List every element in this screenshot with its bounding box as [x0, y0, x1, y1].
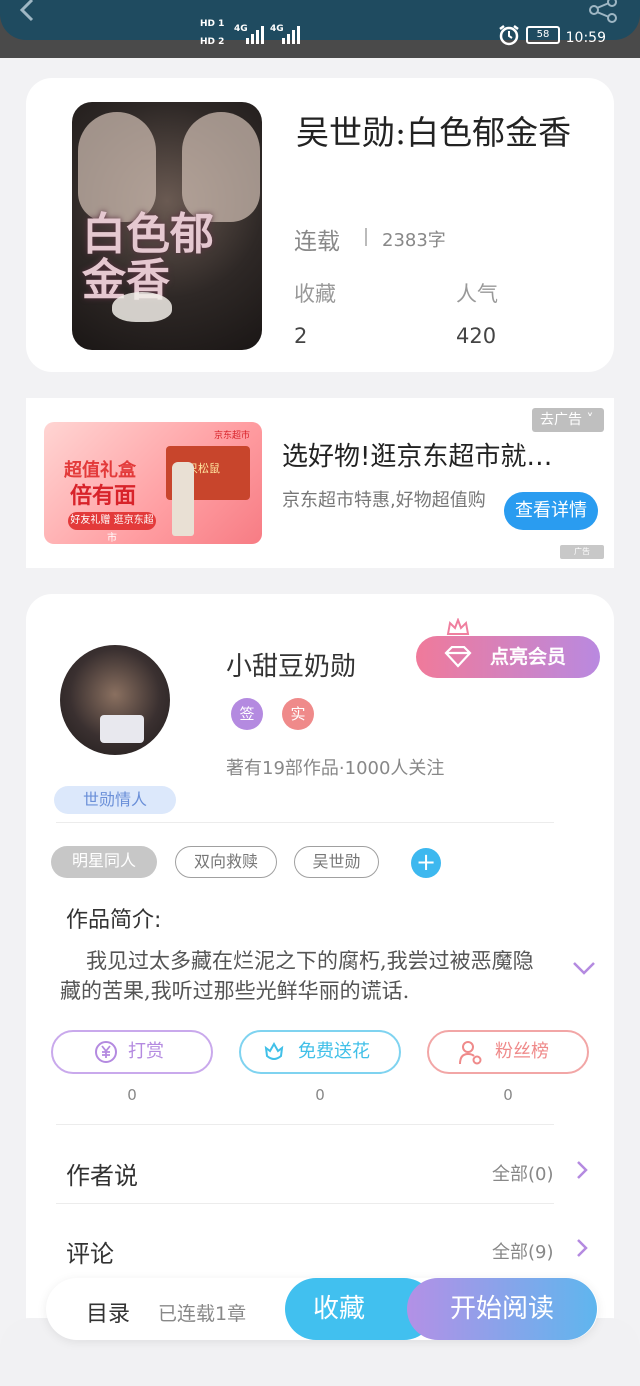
chevron-right-icon[interactable]: [576, 1160, 588, 1180]
avatar[interactable]: [60, 645, 170, 755]
chevron-left-icon: [19, 0, 34, 22]
signal-icon: [246, 26, 264, 44]
vip-button-label: 点亮会员: [490, 646, 567, 668]
cover-dove: [112, 292, 172, 322]
table-of-contents-button[interactable]: 目录: [86, 1296, 130, 1328]
status-divider: [365, 228, 367, 246]
ad-image-bottle: [172, 462, 194, 536]
word-count: 2383字: [382, 230, 446, 251]
expand-intro-button[interactable]: [572, 960, 596, 976]
cover-title: 白色郁金香: [82, 209, 214, 306]
cover-figure-left: [78, 112, 156, 222]
tip-button[interactable]: 打赏: [51, 1030, 213, 1074]
ad-details-button[interactable]: 查看详情: [504, 492, 598, 530]
crown-icon: [446, 617, 470, 638]
divider: [56, 1124, 554, 1125]
chevron-down-icon: [573, 962, 595, 975]
divider: [56, 1203, 554, 1204]
ad-image-subtitle: 倍有面: [70, 484, 137, 509]
yen-coin-icon: [94, 1040, 118, 1064]
user-rank-icon: [458, 1040, 482, 1065]
tag-item[interactable]: 双向救赎: [175, 846, 277, 878]
popularity-value: 420: [456, 324, 497, 348]
ad-description: 京东超市特惠,好物超值购: [282, 490, 486, 511]
add-tag-button[interactable]: +: [411, 848, 441, 878]
flower-icon: [262, 1040, 286, 1064]
fan-ranking-button[interactable]: 粉丝榜: [427, 1030, 589, 1074]
activate-vip-button[interactable]: 点亮会员: [416, 636, 600, 678]
ad-title[interactable]: 选好物!逛京东超市就…: [282, 436, 582, 473]
share-button[interactable]: [586, 0, 620, 26]
ad-image[interactable]: 京东超市 超值礼盒 倍有面 好友礼赠 逛京东超市 三只松鼠: [44, 422, 262, 544]
signed-badge: 签: [231, 698, 263, 730]
popularity-label: 人气: [456, 282, 498, 306]
status-time: 10:59: [565, 30, 606, 46]
book-status: 连载: [294, 229, 340, 255]
diamond-icon: [444, 646, 472, 668]
ad-tag: 广告: [560, 545, 604, 559]
author-says-all-link[interactable]: 全部(0): [492, 1160, 554, 1186]
comments-all-link[interactable]: 全部(9): [492, 1238, 554, 1264]
author-name[interactable]: 小甜豆奶勋: [226, 646, 356, 683]
signal-icon: [282, 26, 300, 44]
book-title: 吴世勋:白色郁金香: [296, 113, 572, 152]
book-cover[interactable]: 白色郁金香: [72, 102, 262, 350]
comments-label[interactable]: 评论: [66, 1234, 114, 1269]
ad-image-brand: 京东超市: [214, 431, 251, 441]
tag-item[interactable]: 吴世勋: [294, 846, 379, 878]
verified-badge: 实: [282, 698, 314, 730]
chapter-count: 已连载1章: [158, 1303, 247, 1325]
chevron-right-icon[interactable]: [576, 1238, 588, 1258]
avatar-phone: [100, 715, 144, 743]
author-meta: 著有19部作品·1000人关注: [226, 758, 445, 779]
intro-label: 作品简介:: [66, 908, 162, 933]
start-reading-button[interactable]: 开始阅读: [407, 1278, 597, 1340]
fan-title-tag: 世勋情人: [54, 786, 176, 814]
favorites-value: 2: [294, 324, 308, 348]
divider: [56, 822, 554, 823]
battery-indicator: 58: [526, 26, 560, 44]
intro-text[interactable]: 我见过太多藏在烂泥之下的腐朽,我尝过被恶魔隐藏的苦果,我听过那些光鲜华丽的谎话.: [60, 946, 550, 1006]
remove-ad-button[interactable]: 去广告 ˅: [532, 408, 604, 432]
tag-item[interactable]: 明星同人: [51, 846, 157, 878]
flower-count: 0: [315, 1086, 325, 1104]
sim-indicator: HD 1 HD 2: [200, 19, 225, 47]
fan-count: 0: [503, 1086, 513, 1104]
author-says-label[interactable]: 作者说: [66, 1156, 138, 1191]
share-icon: [589, 0, 617, 23]
book-info-card: 白色郁金香 吴世勋:白色郁金香 连载 2383字 收藏 人气 2 420: [26, 78, 614, 372]
cover-figure-right: [182, 112, 260, 222]
tip-count: 0: [127, 1086, 137, 1104]
ad-image-tag: 好友礼赠 逛京东超市: [68, 512, 156, 544]
favorites-label: 收藏: [294, 282, 336, 306]
ad-banner[interactable]: 京东超市 超值礼盒 倍有面 好友礼赠 逛京东超市 三只松鼠: [26, 398, 614, 568]
back-button[interactable]: [18, 0, 52, 26]
alarm-icon: [498, 24, 520, 46]
